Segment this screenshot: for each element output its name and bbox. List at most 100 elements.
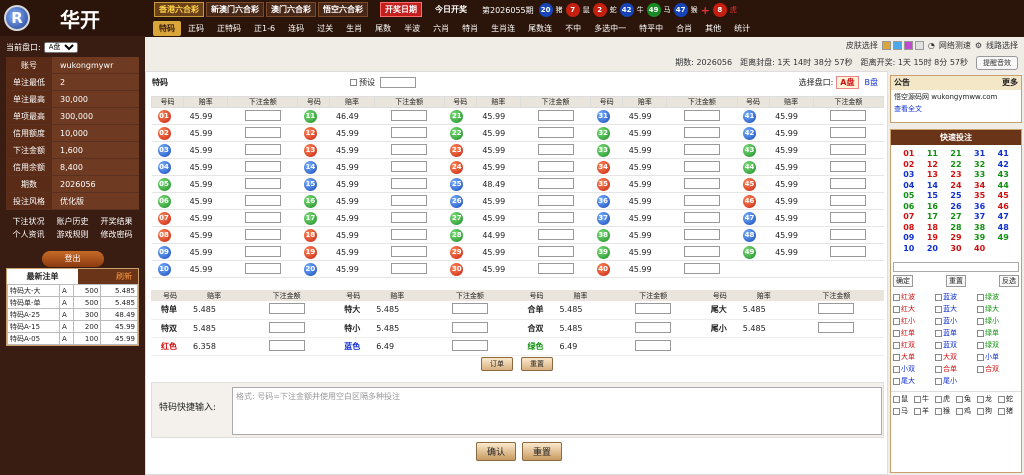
amount-input[interactable] xyxy=(635,339,672,351)
amount-input[interactable] xyxy=(683,177,720,189)
quick-number[interactable]: 03 xyxy=(897,170,921,181)
amount-input[interactable] xyxy=(268,303,305,315)
checkbox[interactable] xyxy=(956,395,963,403)
quick-number[interactable]: 01 xyxy=(897,149,921,160)
quick-check[interactable]: 尾小 xyxy=(935,376,977,386)
quick-number[interactable]: 16 xyxy=(921,202,945,213)
amount-input[interactable] xyxy=(537,262,574,274)
amount-input[interactable] xyxy=(391,143,428,155)
checkbox[interactable] xyxy=(893,395,900,403)
quick-number[interactable]: 02 xyxy=(897,160,921,171)
quick-panel-button[interactable]: 重置 xyxy=(946,275,966,287)
nav-item[interactable]: 过关 xyxy=(311,21,339,36)
quick-input-textarea[interactable]: 格式: 号码=下注金额并使用空白区隔多种投注 xyxy=(232,387,882,435)
amount-input[interactable] xyxy=(244,109,281,121)
quick-number[interactable]: 05 xyxy=(897,191,921,202)
quick-number[interactable]: 19 xyxy=(921,233,945,244)
checkbox[interactable] xyxy=(956,407,963,415)
quick-check[interactable]: 绿波 xyxy=(977,292,1019,302)
side-link[interactable]: 账户历史 xyxy=(52,216,93,227)
amount-input[interactable] xyxy=(451,321,488,333)
skin-swatch[interactable] xyxy=(892,41,902,50)
checkbox[interactable] xyxy=(893,353,900,361)
quick-number[interactable]: 08 xyxy=(897,223,921,234)
side-link[interactable]: 个人资讯 xyxy=(8,229,49,240)
lottery-tab[interactable]: 香港六合彩 xyxy=(154,2,204,17)
checkbox[interactable] xyxy=(935,317,942,325)
zodiac-check[interactable]: 鼠 xyxy=(893,394,914,404)
preset-input[interactable] xyxy=(380,76,416,88)
quick-number[interactable]: 26 xyxy=(944,202,968,213)
amount-input[interactable] xyxy=(830,143,867,155)
quick-number[interactable] xyxy=(991,244,1015,255)
checkbox[interactable] xyxy=(935,353,942,361)
amount-input[interactable] xyxy=(537,177,574,189)
nav-item[interactable]: 特平中 xyxy=(633,21,669,36)
amount-input[interactable] xyxy=(391,126,428,138)
amount-input[interactable] xyxy=(683,262,720,274)
amount-input[interactable] xyxy=(391,228,428,240)
amount-input[interactable] xyxy=(244,228,281,240)
amount-input[interactable] xyxy=(391,160,428,172)
quick-number[interactable]: 41 xyxy=(991,149,1015,160)
amount-input[interactable] xyxy=(391,109,428,121)
side-link[interactable]: 下注状况 xyxy=(8,216,49,227)
quick-check[interactable]: 红大 xyxy=(893,304,935,314)
zodiac-check[interactable]: 牛 xyxy=(914,394,935,404)
notice-full-link[interactable]: 查看全文 xyxy=(891,104,1021,114)
draw-date-button[interactable]: 开奖日期 xyxy=(380,2,422,17)
quick-number[interactable]: 24 xyxy=(944,181,968,192)
amount-input[interactable] xyxy=(830,109,867,121)
quick-number[interactable]: 29 xyxy=(944,233,968,244)
quick-number[interactable]: 48 xyxy=(991,223,1015,234)
order-button[interactable]: 订单 xyxy=(481,357,513,371)
quick-number[interactable]: 44 xyxy=(991,181,1015,192)
quick-check[interactable]: 红波 xyxy=(893,292,935,302)
checkbox[interactable] xyxy=(977,317,984,325)
amount-input[interactable] xyxy=(537,228,574,240)
amount-input[interactable] xyxy=(830,245,867,257)
checkbox[interactable] xyxy=(977,407,984,415)
amount-input[interactable] xyxy=(818,303,855,315)
quick-number[interactable]: 42 xyxy=(991,160,1015,171)
zodiac-check[interactable]: 马 xyxy=(893,406,914,416)
checkbox[interactable] xyxy=(935,365,942,373)
checkbox[interactable] xyxy=(893,317,900,325)
nav-item[interactable]: 正码 xyxy=(182,21,210,36)
amount-input[interactable] xyxy=(683,109,720,121)
nav-item[interactable]: 特码 xyxy=(153,21,181,36)
nav-item[interactable]: 正特码 xyxy=(211,21,247,36)
amount-input[interactable] xyxy=(537,126,574,138)
zodiac-check[interactable]: 龙 xyxy=(977,394,998,404)
zodiac-check[interactable]: 羊 xyxy=(914,406,935,416)
checkbox[interactable] xyxy=(914,407,921,415)
quick-check[interactable]: 尾大 xyxy=(893,376,935,386)
quick-number[interactable]: 40 xyxy=(968,244,992,255)
amount-input[interactable] xyxy=(683,245,720,257)
checkbox[interactable] xyxy=(998,407,1005,415)
checkbox[interactable] xyxy=(977,365,984,373)
amount-input[interactable] xyxy=(537,245,574,257)
amount-input[interactable] xyxy=(537,194,574,206)
quick-number[interactable]: 11 xyxy=(921,149,945,160)
skin-swatch[interactable] xyxy=(881,41,891,50)
amount-input[interactable] xyxy=(818,321,855,333)
checkbox[interactable] xyxy=(977,341,984,349)
quick-number[interactable]: 35 xyxy=(968,191,992,202)
quick-check[interactable] xyxy=(977,376,1019,386)
checkbox[interactable] xyxy=(977,395,984,403)
quick-number[interactable]: 43 xyxy=(991,170,1015,181)
checkbox[interactable] xyxy=(977,293,984,301)
quick-check[interactable]: 绿双 xyxy=(977,340,1019,350)
nav-item[interactable]: 尾数 xyxy=(369,21,397,36)
quick-check[interactable]: 蓝小 xyxy=(935,316,977,326)
quick-check[interactable]: 蓝单 xyxy=(935,328,977,338)
side-link[interactable]: 修改密码 xyxy=(96,229,137,240)
lottery-tab[interactable]: 澳门六合彩 xyxy=(266,2,316,17)
amount-input[interactable] xyxy=(244,211,281,223)
zodiac-check[interactable]: 虎 xyxy=(935,394,956,404)
checkbox[interactable] xyxy=(935,377,942,385)
zodiac-check[interactable]: 猴 xyxy=(935,406,956,416)
nav-item[interactable]: 统计 xyxy=(728,21,756,36)
amount-input[interactable] xyxy=(635,303,672,315)
